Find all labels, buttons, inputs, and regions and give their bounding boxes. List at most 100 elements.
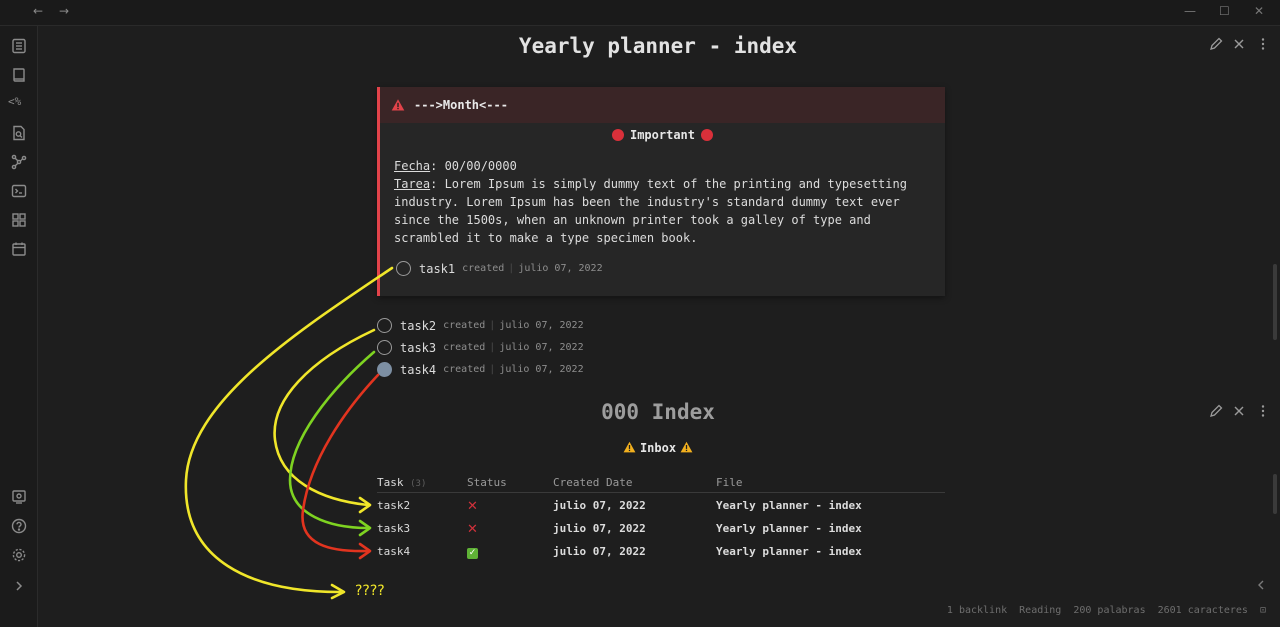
- maximize-icon[interactable]: ☐: [1219, 4, 1230, 18]
- file-list-icon[interactable]: [10, 37, 28, 55]
- minimize-icon[interactable]: —: [1184, 4, 1196, 18]
- callout-body: Fecha: 00/00/0000 Tarea: Lorem Ipsum is …: [394, 157, 924, 247]
- status-check-icon: ✓: [467, 545, 478, 559]
- cell-file-link[interactable]: Yearly planner - index: [716, 522, 862, 535]
- header-task[interactable]: Task (3): [377, 476, 426, 489]
- more-options-icon[interactable]: [1256, 404, 1270, 418]
- collapse-sidebar-icon[interactable]: [1254, 578, 1268, 592]
- calendar-icon[interactable]: [10, 240, 28, 258]
- table-row: task2 ✕ julio 07, 2022 Yearly planner - …: [377, 493, 945, 516]
- graph-icon[interactable]: [10, 153, 28, 171]
- task-name: task1: [419, 261, 456, 276]
- task-name: task3: [400, 340, 437, 355]
- fecha-link[interactable]: Fecha: [394, 159, 430, 173]
- table-header: Task (3) Status Created Date File: [377, 472, 945, 493]
- cell-file-link[interactable]: Yearly planner - index: [716, 499, 862, 512]
- close-pane-icon[interactable]: [1232, 404, 1246, 418]
- scrollbar-thumb[interactable]: [1273, 264, 1277, 340]
- header-status[interactable]: Status: [467, 476, 507, 489]
- fecha-value: : 00/00/0000: [430, 159, 517, 173]
- red-circle-icon: [701, 129, 714, 141]
- task-checkbox[interactable]: [377, 362, 392, 377]
- table-row: task3 ✕ julio 07, 2022 Yearly planner - …: [377, 516, 945, 539]
- terminal-icon[interactable]: [10, 182, 28, 200]
- task-meta-label: created: [443, 320, 486, 331]
- check-mark: ✓: [467, 548, 478, 559]
- embed-scrollbar-thumb[interactable]: [1273, 474, 1277, 514]
- edit-icon[interactable]: [1209, 404, 1223, 418]
- settings-icon[interactable]: [10, 546, 28, 564]
- task-item: task3 created | julio 07, 2022: [377, 340, 584, 355]
- close-icon[interactable]: ✕: [1254, 4, 1264, 18]
- inbox-label: Inbox: [639, 441, 677, 455]
- cell-date: julio 07, 2022: [553, 545, 646, 558]
- important-heading: Important: [380, 128, 945, 142]
- tarea-link[interactable]: Tarea: [394, 177, 430, 191]
- warning-icon: [680, 441, 693, 453]
- grid-icon[interactable]: [10, 211, 28, 229]
- question-marks-annotation: ????: [355, 583, 385, 599]
- expand-icon[interactable]: [10, 577, 28, 595]
- title-bar: ← → — ☐ ✕: [0, 0, 1280, 26]
- cell-task[interactable]: task4: [377, 545, 410, 558]
- char-count: 2601 caracteres: [1157, 605, 1248, 616]
- task-date: julio 07, 2022: [518, 263, 603, 274]
- callout-month: --->Month<--- Important Fecha: 00/00/000…: [377, 87, 945, 296]
- backlinks-count[interactable]: 1 backlink: [947, 605, 1007, 616]
- task-meta-label: created: [443, 364, 486, 375]
- arrow-left-icon[interactable]: ←: [33, 4, 43, 18]
- edit-icon[interactable]: [1209, 37, 1223, 51]
- help-icon[interactable]: [10, 517, 28, 535]
- cell-date: julio 07, 2022: [553, 499, 646, 512]
- red-circle-icon: [611, 129, 624, 141]
- editor-pane: Yearly planner - index --->Month<--- Imp…: [39, 26, 1280, 627]
- page-title: Yearly planner - index: [518, 34, 798, 58]
- task-date: julio 07, 2022: [499, 364, 584, 375]
- callout-title: --->Month<---: [414, 98, 508, 112]
- task-item: task4 created | julio 07, 2022: [377, 362, 584, 377]
- cell-task[interactable]: task2: [377, 499, 410, 512]
- important-label: Important: [629, 128, 696, 142]
- tarea-value: : Lorem Ipsum is simply dummy text of th…: [394, 177, 907, 245]
- task-meta: created | julio 07, 2022: [443, 342, 584, 353]
- embed-title: 000 Index: [601, 400, 715, 424]
- cell-file-link[interactable]: Yearly planner - index: [716, 545, 862, 558]
- close-pane-icon[interactable]: [1232, 37, 1246, 51]
- warning-icon: [623, 441, 636, 453]
- cell-date: julio 07, 2022: [553, 522, 646, 535]
- warning-icon: [391, 99, 405, 111]
- file-search-icon[interactable]: [10, 124, 28, 142]
- task-checkbox[interactable]: [396, 261, 411, 276]
- header-task-label: Task: [377, 476, 404, 489]
- task-meta: created | julio 07, 2022: [462, 263, 603, 274]
- task-item: task2 created | julio 07, 2022: [377, 318, 584, 333]
- vault-icon[interactable]: [10, 488, 28, 506]
- task-checkbox[interactable]: [377, 340, 392, 355]
- header-file[interactable]: File: [716, 476, 743, 489]
- more-options-icon[interactable]: [1256, 37, 1270, 51]
- status-x-icon: ✕: [467, 522, 478, 537]
- book-icon[interactable]: [10, 66, 28, 84]
- table-row: task4 ✓ julio 07, 2022 Yearly planner - …: [377, 539, 945, 562]
- arrow-right-icon[interactable]: →: [59, 4, 69, 18]
- dataview-table: Task (3) Status Created Date File task2 …: [377, 472, 945, 562]
- task-meta: created | julio 07, 2022: [443, 320, 584, 331]
- word-count: 200 palabras: [1073, 605, 1146, 616]
- cell-task[interactable]: task3: [377, 522, 410, 535]
- lock-icon[interactable]: ⊡: [1260, 605, 1266, 616]
- task-meta-label: created: [462, 263, 505, 274]
- task-item: task1 created | julio 07, 2022: [396, 261, 603, 276]
- status-bar: 1 backlink Reading 200 palabras 2601 car…: [941, 605, 1266, 616]
- templater-icon[interactable]: <%: [8, 95, 21, 108]
- task-name: task2: [400, 318, 437, 333]
- status-x-icon: ✕: [467, 499, 478, 514]
- inbox-heading: Inbox: [39, 441, 1277, 455]
- view-mode[interactable]: Reading: [1019, 605, 1061, 616]
- task-date: julio 07, 2022: [499, 320, 584, 331]
- left-ribbon: <%: [0, 26, 38, 627]
- header-created[interactable]: Created Date: [553, 476, 632, 489]
- task-meta: created | julio 07, 2022: [443, 364, 584, 375]
- callout-header[interactable]: --->Month<---: [380, 87, 945, 123]
- task-checkbox[interactable]: [377, 318, 392, 333]
- row-count: (3): [410, 479, 427, 489]
